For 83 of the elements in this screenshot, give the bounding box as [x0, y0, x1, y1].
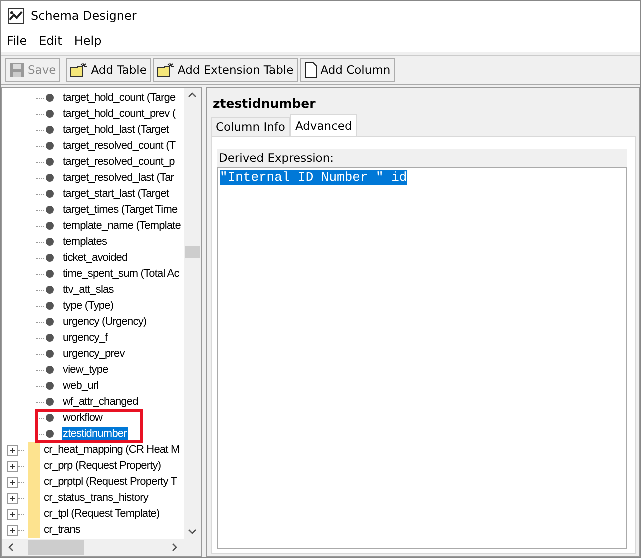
tree-item[interactable]: urgency (Urgency) [62, 314, 148, 330]
toolbar-button[interactable]: Add Extension Table [152, 58, 298, 82]
toolbar-button[interactable]: Add Column [300, 58, 395, 82]
column-bullet-icon [46, 286, 54, 294]
tree-item[interactable]: urgency_prev [62, 346, 126, 362]
column-bullet-icon [46, 366, 54, 374]
tree-item[interactable]: target_resolved_last (Tar [62, 170, 176, 186]
tree-item[interactable]: target_hold_last (Target [62, 122, 170, 138]
scroll-right-icon[interactable] [172, 543, 178, 552]
column-bullet-icon [46, 350, 54, 358]
tree-item[interactable]: time_spent_sum (Total Ac [62, 266, 180, 282]
tree-item[interactable]: target_times (Target Time [62, 202, 179, 218]
expand-icon[interactable] [7, 460, 18, 472]
scrollbar-thumb[interactable] [28, 540, 84, 555]
tree-item[interactable]: urgency_f [62, 330, 109, 346]
column-bullet-icon [46, 382, 54, 390]
folder-icon [28, 442, 40, 458]
app-icon [8, 8, 24, 24]
expand-icon[interactable] [7, 476, 18, 488]
column-bullet-icon [46, 398, 54, 406]
vertical-scrollbar[interactable] [184, 88, 201, 539]
tree-item[interactable]: target_resolved_count_p [62, 154, 176, 170]
column-bullet-icon [46, 254, 54, 262]
column-bullet-icon [46, 430, 54, 438]
floppy-icon [9, 62, 25, 78]
menu-item[interactable]: File [7, 34, 28, 48]
column-bullet-icon [46, 110, 54, 118]
tree-item[interactable]: workflow [62, 410, 104, 426]
tree-item[interactable]: templates [62, 234, 108, 250]
column-bullet-icon [46, 334, 54, 342]
menu-item[interactable]: Help [74, 34, 102, 48]
tree-item[interactable]: cr_heat_mapping (CR Heat M [43, 442, 181, 458]
column-bullet-icon [46, 190, 54, 198]
expand-icon[interactable] [7, 444, 18, 456]
tree-item[interactable]: cr_status_trans_history [43, 490, 150, 506]
expression-field[interactable]: "Internal ID Number " id [217, 167, 627, 549]
tree-item[interactable]: cr_tpl (Request Template) [43, 506, 161, 522]
column-bullet-icon [46, 206, 54, 214]
field-label: Derived Expression: [217, 149, 627, 167]
tree-item[interactable]: target_resolved_count (T [62, 138, 177, 154]
horizontal-scrollbar[interactable] [2, 539, 201, 556]
tree-item[interactable]: wf_attr_changed [62, 394, 140, 410]
column-bullet-icon [46, 238, 54, 246]
menu-item[interactable]: Edit [39, 34, 62, 48]
window-title: Schema Designer [31, 8, 137, 22]
scrollbar-thumb[interactable] [185, 246, 200, 258]
toolbar-button[interactable]: Add Table [66, 58, 151, 82]
folder-sparkle-icon [156, 62, 175, 78]
scroll-down-icon[interactable] [188, 529, 197, 535]
tab[interactable]: Column Info [211, 117, 290, 136]
tree-item[interactable]: template_name (Template [62, 218, 182, 234]
tree-item[interactable]: ttv_att_slas [62, 282, 115, 298]
page-icon [304, 62, 318, 78]
folder-sparkle-icon [70, 62, 88, 78]
column-bullet-icon [46, 174, 54, 182]
tree-item[interactable]: web_url [62, 378, 100, 394]
column-bullet-icon [46, 222, 54, 230]
scroll-left-icon[interactable] [8, 543, 14, 552]
column-bullet-icon [46, 142, 54, 150]
tree-item[interactable]: ticket_avoided [62, 250, 129, 266]
tree-item[interactable]: target_hold_count_prev ( [62, 106, 177, 122]
column-bullet-icon [46, 302, 54, 310]
expand-icon[interactable] [7, 492, 18, 504]
folder-icon [28, 522, 40, 538]
detail-title: ztestidnumber [212, 94, 317, 112]
column-bullet-icon [46, 158, 54, 166]
tree-item[interactable]: target_hold_count (Targe [62, 90, 177, 106]
tree-item[interactable]: cr_prp (Request Property) [43, 458, 162, 474]
expand-icon[interactable] [7, 524, 18, 536]
expand-icon[interactable] [7, 508, 18, 520]
tree-item[interactable]: type (Type) [62, 298, 115, 314]
scroll-up-icon[interactable] [188, 92, 197, 98]
tree-item[interactable]: cr_prptpl (Request Property T [43, 474, 178, 490]
tree-item[interactable]: cr_trans [43, 522, 82, 538]
tree-item[interactable]: target_start_last (Target [62, 186, 170, 202]
tree-item[interactable]: view_type [62, 362, 110, 378]
column-bullet-icon [46, 94, 54, 102]
tree-item[interactable]: ztestidnumber [62, 426, 128, 442]
column-bullet-icon [46, 126, 54, 134]
column-bullet-icon [46, 414, 54, 422]
column-bullet-icon [46, 270, 54, 278]
tab[interactable]: Advanced [290, 114, 358, 136]
column-bullet-icon [46, 318, 54, 326]
